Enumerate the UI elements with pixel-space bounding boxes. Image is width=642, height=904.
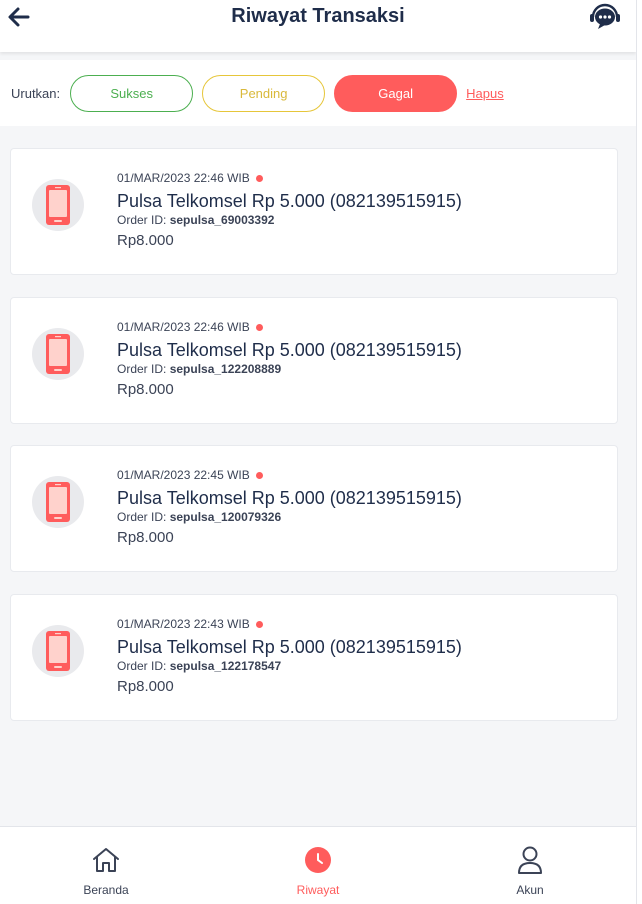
filter-chip-gagal[interactable]: Gagal [334,74,458,112]
transaction-date: 01/MAR/2023 22:46 WIB [117,170,607,186]
filter-chip-sukses[interactable]: Sukses [70,74,194,112]
order-id: Order ID: sepulsa_122178547 [117,659,607,674]
phone-icon-badge [32,476,84,528]
filter-chip-pending[interactable]: Pending [202,74,326,112]
nav-label: Beranda [83,883,129,897]
transaction-title: Pulsa Telkomsel Rp 5.000 (082139515915) [117,340,462,360]
transaction-details: 01/MAR/2023 22:46 WIB Pulsa Telkomsel Rp… [117,319,607,398]
transaction-price: Rp8.000 [117,678,174,695]
transaction-price: Rp8.000 [117,381,174,398]
transaction-card[interactable]: 01/MAR/2023 22:46 WIB Pulsa Telkomsel Rp… [10,148,618,275]
date-text: 01/MAR/2023 22:45 WIB [117,468,250,482]
transaction-card[interactable]: 01/MAR/2023 22:46 WIB Pulsa Telkomsel Rp… [10,297,618,424]
order-id: Order ID: sepulsa_120079326 [117,510,607,525]
transaction-title: Pulsa Telkomsel Rp 5.000 (082139515915) [117,637,462,657]
filter-label: Urutkan: [11,85,61,101]
transaction-card[interactable]: 01/MAR/2023 22:43 WIB Pulsa Telkomsel Rp… [10,594,618,721]
order-id-value: sepulsa_120079326 [169,510,282,524]
order-id: Order ID: sepulsa_122208889 [117,362,607,377]
order-id-value: sepulsa_122178547 [169,659,282,673]
phone-icon-badge [32,328,84,380]
transaction-details: 01/MAR/2023 22:45 WIB Pulsa Telkomsel Rp… [117,467,607,546]
transaction-details: 01/MAR/2023 22:46 WIB Pulsa Telkomsel Rp… [117,170,607,249]
header: Riwayat Transaksi [0,0,636,52]
nav-item-akun[interactable]: Akun [424,827,636,904]
bottom-nav: Beranda Riwayat Akun [0,826,636,904]
failed-status-dot [255,174,263,182]
app: Riwayat Transaksi Urutkan: Sukses Pendin… [0,0,636,904]
smartphone-icon [46,631,70,671]
smartphone-icon [46,482,70,522]
transaction-date: 01/MAR/2023 22:43 WIB [117,616,607,632]
order-id-label: Order ID: [117,659,167,673]
transaction-title: Pulsa Telkomsel Rp 5.000 (082139515915) [117,488,462,508]
phone-icon-badge [32,179,84,231]
date-text: 01/MAR/2023 22:46 WIB [117,171,250,185]
smartphone-icon [46,334,70,374]
transaction-price: Rp8.000 [117,232,174,249]
home-icon [91,845,121,875]
transaction-title: Pulsa Telkomsel Rp 5.000 (082139515915) [117,191,462,211]
order-id-value: sepulsa_69003392 [169,213,275,227]
order-id-value: sepulsa_122208889 [169,362,282,376]
order-id-label: Order ID: [117,510,167,524]
nav-item-riwayat[interactable]: Riwayat [212,827,424,904]
nav-item-beranda[interactable]: Beranda [0,827,212,904]
transaction-date: 01/MAR/2023 22:45 WIB [117,467,607,483]
arrow-left-icon [8,7,30,27]
order-id-label: Order ID: [117,213,167,227]
failed-status-dot [255,620,263,628]
nav-label: Akun [516,883,544,897]
phone-icon-badge [32,625,84,677]
transaction-price: Rp8.000 [117,529,174,546]
order-id-label: Order ID: [117,362,167,376]
filter-bar: Urutkan: Sukses Pending Gagal Hapus [0,60,636,126]
scrollbar-track[interactable] [636,0,642,904]
date-text: 01/MAR/2023 22:43 WIB [117,617,250,631]
smartphone-icon [46,185,70,225]
customer-support-button[interactable] [588,2,622,32]
failed-status-dot [255,323,263,331]
clock-icon [303,845,333,875]
clear-filter-link[interactable]: Hapus [466,86,504,101]
transaction-details: 01/MAR/2023 22:43 WIB Pulsa Telkomsel Rp… [117,616,607,695]
headset-chat-icon [590,3,620,29]
transaction-card[interactable]: 01/MAR/2023 22:45 WIB Pulsa Telkomsel Rp… [10,445,618,572]
nav-label: Riwayat [296,883,340,897]
transaction-date: 01/MAR/2023 22:46 WIB [117,319,607,335]
page-title: Riwayat Transaksi [231,4,405,27]
failed-status-dot [255,471,263,479]
date-text: 01/MAR/2023 22:46 WIB [117,320,250,334]
user-icon [515,845,545,875]
order-id: Order ID: sepulsa_69003392 [117,213,607,228]
back-button[interactable] [6,4,32,30]
